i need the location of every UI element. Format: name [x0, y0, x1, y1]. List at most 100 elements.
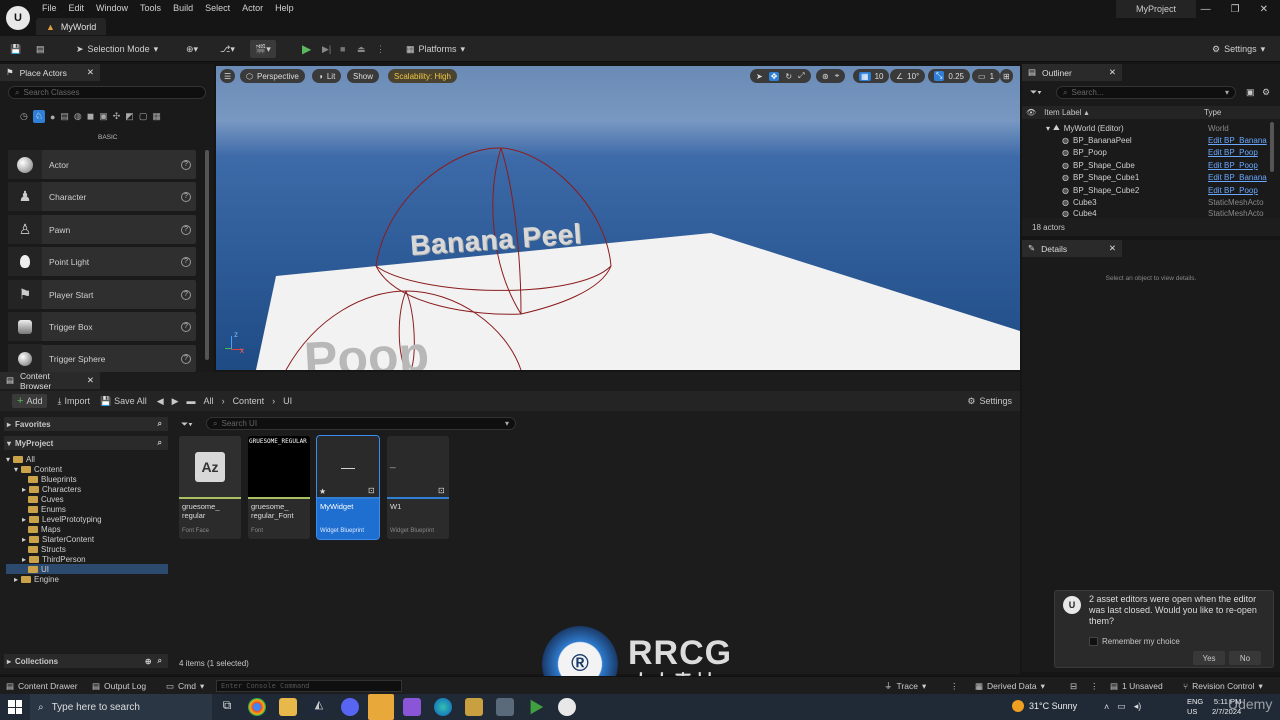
edge-icon[interactable] [434, 698, 452, 716]
project-header[interactable]: ▾ MyProject ⌕ [4, 436, 168, 450]
asset-tile[interactable]: _ ⊡ W1 Widget Blueprint [387, 436, 449, 539]
unsaved-button[interactable]: ▤ 1 Unsaved [1110, 680, 1163, 692]
taskbar-search-input[interactable]: ⌕ Type here to search [30, 694, 212, 720]
import-button[interactable]: ⤓ Import [57, 396, 90, 407]
help-icon[interactable]: ? [181, 224, 191, 235]
place-item-player-start[interactable]: ⚑ Player Start ? [8, 280, 196, 309]
content-drawer-button[interactable]: ▤ Content Drawer [6, 680, 78, 692]
favorites-header[interactable]: ▸ Favorites ⌕ [4, 417, 168, 431]
tree-item-levelprototyping[interactable]: ▸ LevelPrototyping [22, 514, 102, 524]
search-icon[interactable]: ⌕ [158, 419, 162, 429]
edit-blueprint-link[interactable]: Edit BP_Poop [1208, 148, 1258, 157]
menu-select[interactable]: Select [205, 3, 230, 13]
console-input[interactable]: Enter Console Command [216, 680, 402, 692]
help-icon[interactable]: ? [181, 256, 191, 267]
camera-speed-button[interactable]: ▭ 1 [972, 69, 1001, 83]
unreal-logo-icon[interactable]: U [6, 6, 30, 30]
volume-icon[interactable]: ◂) [1134, 701, 1142, 712]
menu-help[interactable]: Help [275, 3, 294, 13]
media-player-icon[interactable] [530, 699, 544, 715]
task-view-icon[interactable]: ⧉ [218, 698, 236, 716]
place-item-point-light[interactable]: Point Light ? [8, 247, 196, 276]
scrollbar[interactable] [1270, 122, 1274, 172]
surface-snap-icon[interactable]: ⌖ [835, 71, 840, 81]
minimize-icon[interactable]: — [1201, 4, 1211, 15]
asset-tile[interactable]: GRUESOME_REGULAR gruesome_ regular_Font … [248, 436, 310, 539]
trace-button[interactable]: ⏚ Trace ▾ [884, 680, 926, 692]
close-icon[interactable]: ✕ [1109, 67, 1116, 78]
edit-blueprint-link[interactable]: Edit BP_Poop [1208, 161, 1258, 170]
menu-actor[interactable]: Actor [242, 3, 263, 13]
tree-item-characters[interactable]: ▸ Characters [22, 484, 81, 494]
cmd-button[interactable]: ▭ Cmd ▾ [166, 680, 204, 692]
help-icon[interactable]: ? [181, 289, 191, 300]
more-options-icon[interactable]: ⋮ [376, 40, 385, 58]
remember-choice-checkbox[interactable]: Remember my choice [1089, 637, 1180, 646]
play-button[interactable]: ▶ [302, 40, 311, 58]
inkscape-icon[interactable]: ◭ [310, 698, 328, 716]
close-icon[interactable]: ✕ [87, 375, 94, 386]
show-button[interactable]: Show [347, 69, 380, 83]
eye-icon[interactable]: 👁 [1026, 108, 1036, 117]
add-actor-button[interactable]: ⊕▾ [186, 40, 198, 58]
paint-app-icon[interactable] [465, 698, 483, 716]
tab-content-browser[interactable]: ▤ Content Browser ✕ [0, 371, 100, 391]
derived-data-button[interactable]: ▦ Derived Data ▾ [975, 680, 1045, 692]
tree-item-all[interactable]: ▾ All [6, 454, 35, 464]
place-item-trigger-box[interactable]: Trigger Box ? [8, 312, 196, 341]
output-log-button[interactable]: ▤ Output Log [92, 680, 146, 692]
tree-item-blueprints[interactable]: Blueprints [28, 474, 77, 484]
save-icon[interactable]: 💾 [10, 40, 21, 58]
help-icon[interactable]: ? [181, 353, 191, 364]
breadcrumb-ui[interactable]: UI [283, 396, 292, 406]
trace-menu-icon[interactable]: ⋮ [950, 680, 959, 692]
basic-icon[interactable]: ♘ [32, 110, 45, 123]
recent-icon[interactable]: ◷ [20, 111, 28, 122]
scale-icon[interactable]: ⤢ [798, 71, 804, 81]
asset-tile-selected[interactable]: — ★ ⊡ MyWidget Widget Blueprint [316, 435, 380, 540]
outliner-row[interactable]: ◍ BP_BananaPeel Edit BP_Banana [1024, 134, 1272, 147]
help-icon[interactable]: ? [181, 321, 191, 332]
settings-button[interactable]: ⚙ Settings ▾ [1212, 40, 1265, 58]
tree-item-startercontent[interactable]: ▸ StarterContent [22, 534, 94, 544]
geometry-icon[interactable]: ◼ [87, 111, 94, 122]
perspective-button[interactable]: ⬡ Perspective [240, 69, 305, 83]
volumes-icon[interactable]: ▣ [99, 111, 108, 122]
no-button[interactable]: No [1229, 651, 1261, 665]
step-button[interactable]: ▶| [322, 40, 331, 58]
help-icon[interactable]: ? [181, 159, 191, 170]
revision-control-button[interactable]: ⑂ Revision Control ▾ [1183, 680, 1263, 692]
outliner-row[interactable]: ◍ BP_Shape_Cube Edit BP_Poop [1024, 159, 1272, 172]
network-icon[interactable]: ▭ [1117, 701, 1126, 712]
browse-icon[interactable]: ▤ [36, 40, 45, 58]
outliner-row[interactable]: ◍ Cube3 StaticMeshActo [1024, 197, 1272, 210]
save-all-button[interactable]: 💾 Save All [100, 396, 147, 407]
tab-details[interactable]: ✎ Details ✕ [1022, 240, 1122, 257]
edit-blueprint-link[interactable]: Edit BP_Poop [1208, 186, 1258, 195]
world-space-icon[interactable]: ⊛ [822, 72, 829, 81]
tab-outliner[interactable]: ▤ Outliner ✕ [1022, 64, 1122, 81]
filter-icon[interactable]: ⏷▾ [1030, 87, 1042, 98]
star-icon[interactable]: ★ [319, 487, 326, 496]
maximize-viewport-button[interactable]: ⊞ [1000, 69, 1013, 83]
column-type[interactable]: Type [1204, 108, 1221, 117]
tree-item-maps[interactable]: Maps [28, 524, 61, 534]
place-item-character[interactable]: ♟ Character ? [8, 182, 196, 211]
add-folder-icon[interactable]: ▣ [1246, 87, 1255, 98]
rotate-icon[interactable]: ↻ [785, 72, 792, 81]
cinematic-icon[interactable]: ▤ [60, 111, 69, 122]
outliner-row[interactable]: ◍ Cube4 StaticMeshActo [1024, 209, 1272, 218]
pinned-app-icon[interactable] [368, 694, 394, 720]
tree-item-cuves[interactable]: Cuves [28, 494, 64, 504]
outliner-row-world[interactable]: ▾ ⛰ MyWorld (Editor) World [1024, 122, 1272, 135]
search-classes-input[interactable]: ⌕ Search Classes [8, 86, 206, 99]
select-icon[interactable]: ➤ [756, 72, 763, 81]
discord-icon[interactable] [341, 698, 359, 716]
outliner-row[interactable]: ◍ BP_Shape_Cube1 Edit BP_Banana [1024, 172, 1272, 185]
grid-icon[interactable]: ▦ [152, 111, 161, 122]
tab-myworld[interactable]: ▲ MyWorld [36, 18, 107, 35]
outliner-row[interactable]: ◍ BP_Shape_Cube2 Edit BP_Poop [1024, 184, 1272, 197]
blueprint-button[interactable]: ⎇▾ [220, 40, 235, 58]
search-icon[interactable]: ⌕ [158, 438, 162, 448]
file-explorer-icon[interactable] [279, 698, 297, 716]
